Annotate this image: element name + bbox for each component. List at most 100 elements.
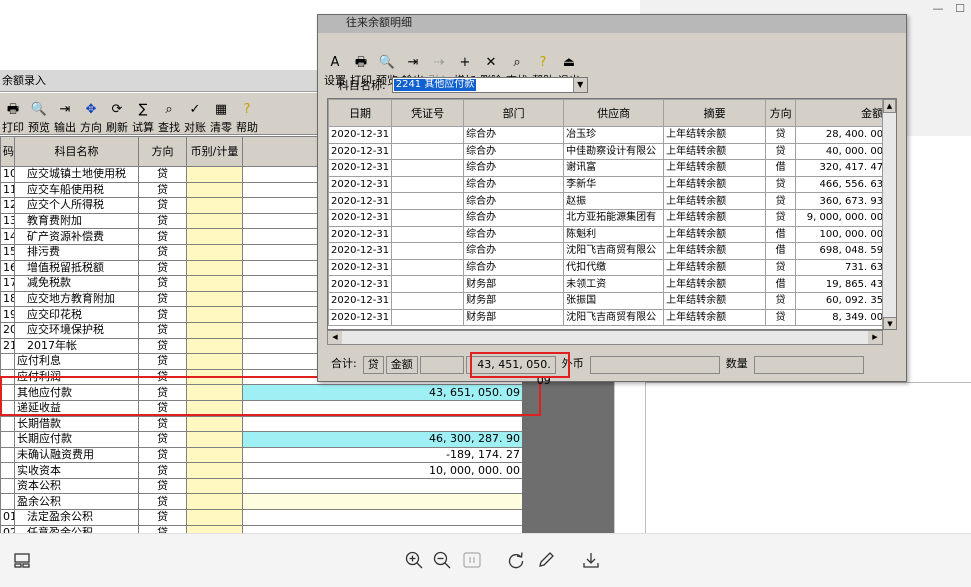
- help-icon: ?: [243, 102, 251, 117]
- row-date: 2020-12-31: [328, 192, 393, 210]
- table-row[interactable]: 2020-12-31 综合办 赵振 上年结转余额贷 360, 673. 93: [328, 192, 887, 210]
- horizontal-scrollbar[interactable]: ◀ ▶: [327, 330, 883, 345]
- row-currency[interactable]: [186, 446, 243, 464]
- table-row[interactable]: 01法定盈余公积贷: [0, 509, 523, 526]
- row-currency[interactable]: [186, 337, 243, 355]
- row-voucher: [391, 159, 465, 177]
- row-amount[interactable]: [242, 493, 523, 511]
- table-row[interactable]: 2020-12-31 综合办 陈魁利 上年结转余额借 100, 000. 00: [328, 225, 887, 244]
- table-row[interactable]: 未确认融资费用贷 -189, 174. 27: [0, 446, 523, 464]
- row-amount[interactable]: [242, 415, 523, 433]
- table-row[interactable]: 2020-12-31 综合办 中佳勘察设计有限公 上年结转余额贷 40, 000. 00: [328, 142, 887, 161]
- thumbnail-layout-icon[interactable]: [12, 550, 32, 570]
- row-currency[interactable]: [186, 181, 243, 199]
- exit-icon: ⏏: [562, 55, 576, 70]
- add-icon: +: [459, 55, 471, 70]
- row-code: [0, 353, 15, 370]
- col-summary-header[interactable]: 摘要: [663, 99, 767, 127]
- row-amount[interactable]: -189, 174. 27: [242, 446, 523, 464]
- row-currency[interactable]: [186, 275, 243, 292]
- table-row[interactable]: 2020-12-31 综合办 冶玉珍 上年结转余额贷 28, 400. 00: [328, 126, 887, 144]
- col-date-header[interactable]: 日期: [328, 99, 393, 127]
- row-currency[interactable]: [186, 228, 243, 245]
- toolbar-button-5[interactable]: ∑ 试算: [130, 94, 156, 134]
- zoom-in-icon[interactable]: [404, 550, 424, 570]
- table-row[interactable]: 2020-12-31 综合办 李新华 上年结转余额贷 466, 556. 63: [328, 175, 887, 194]
- row-amount[interactable]: [242, 509, 523, 526]
- subject-value: 2241 其他应付款: [393, 79, 477, 91]
- row-currency[interactable]: [186, 415, 243, 433]
- toolbar-button-4[interactable]: ⟳ 刷新: [104, 94, 130, 134]
- scroll-down-icon[interactable]: ▼: [883, 317, 896, 329]
- row-currency[interactable]: [186, 493, 243, 511]
- actual-size-icon[interactable]: [462, 550, 482, 570]
- row-currency[interactable]: [186, 197, 243, 214]
- row-summary: 上年结转余额: [663, 208, 767, 227]
- row-currency[interactable]: [186, 290, 243, 308]
- table-row[interactable]: 盈余公积贷: [0, 493, 523, 511]
- row-dept: 财务部: [463, 308, 565, 327]
- row-currency[interactable]: [186, 243, 243, 261]
- zoom-out-icon[interactable]: [432, 550, 452, 570]
- table-row[interactable]: 长期借款贷: [0, 415, 523, 433]
- row-currency[interactable]: [186, 353, 243, 370]
- edit-pencil-icon[interactable]: [536, 550, 556, 570]
- toolbar-button-9[interactable]: ? 帮助: [234, 94, 260, 134]
- row-amount[interactable]: 46, 300, 287. 90: [242, 431, 523, 448]
- row-amount: 9, 000, 000. 00: [795, 208, 887, 227]
- table-row[interactable]: 2020-12-31 综合办 谢讯富 上年结转余额借 320, 417. 47: [328, 159, 887, 177]
- minimize-icon[interactable]: —: [927, 0, 949, 18]
- table-row[interactable]: 2020-12-31 综合办 沈阳飞吉商贸有限公 上年结转余额借 698, 048. 5…: [328, 242, 887, 260]
- toolbar-button-3[interactable]: ✥ 方向: [78, 94, 104, 134]
- table-row[interactable]: 资本公积贷: [0, 477, 523, 495]
- row-code: 14: [0, 228, 15, 245]
- toolbar-button-6[interactable]: ⌕ 查找: [156, 94, 182, 134]
- scroll-left-icon[interactable]: ◀: [328, 331, 342, 344]
- rotate-icon[interactable]: [506, 550, 526, 570]
- table-row[interactable]: 实收资本贷 10, 000, 000. 00: [0, 462, 523, 479]
- toolbar-button-7[interactable]: ✓ 对账: [182, 94, 208, 134]
- row-amount[interactable]: 10, 000, 000. 00: [242, 462, 523, 479]
- row-currency[interactable]: [186, 166, 243, 183]
- table-row[interactable]: 2020-12-31 综合办 代扣代缴 上年结转余额贷 731. 63: [328, 258, 887, 277]
- maximize-icon[interactable]: ☐: [949, 0, 971, 18]
- row-currency[interactable]: [186, 321, 243, 339]
- col-dept-header[interactable]: 部门: [463, 99, 565, 127]
- table-row[interactable]: 2020-12-31 财务部 张振国 上年结转余额贷 60, 092. 35: [328, 291, 887, 310]
- row-currency[interactable]: [186, 462, 243, 479]
- row-currency[interactable]: [186, 259, 243, 277]
- row-currency[interactable]: [186, 431, 243, 448]
- table-row[interactable]: 2020-12-31 综合办 北方亚拓能源集团有 上年结转余额贷 9, 000, 000…: [328, 208, 887, 227]
- row-code: [0, 477, 15, 495]
- vertical-scrollbar[interactable]: ▲ ▼: [882, 99, 896, 329]
- highlight-box-other-payables: [0, 376, 541, 416]
- chevron-down-icon[interactable]: ▼: [572, 78, 587, 92]
- row-currency[interactable]: [186, 306, 243, 323]
- subject-dropdown[interactable]: 2241 其他应付款 ▼: [391, 77, 588, 93]
- toolbar-button-8[interactable]: ▦ 清零: [208, 94, 234, 134]
- col-dir-header: 方向: [138, 136, 187, 167]
- col-supplier-header[interactable]: 供应商: [563, 99, 665, 127]
- toolbar-button-label: 刷新: [106, 121, 128, 134]
- row-currency[interactable]: [186, 477, 243, 495]
- col-voucher-header[interactable]: 凭证号: [391, 99, 465, 127]
- scroll-right-icon[interactable]: ▶: [868, 331, 882, 344]
- col-code-header: 码: [0, 136, 15, 167]
- row-amount: 40, 000. 00: [795, 142, 887, 161]
- col-amount-header[interactable]: 金额: [795, 99, 887, 127]
- table-row[interactable]: 2020-12-31 财务部 沈阳飞吉商贸有限公 上年结转余额贷 8, 349. 00: [328, 308, 887, 327]
- row-currency[interactable]: [186, 212, 243, 230]
- scroll-up-icon[interactable]: ▲: [883, 99, 896, 113]
- table-row[interactable]: 2020-12-31 财务部 未领工资 上年结转余额借 19, 865. 43: [328, 275, 887, 293]
- delete-icon: ✕: [485, 55, 497, 70]
- row-currency[interactable]: [186, 509, 243, 526]
- row-dept: 财务部: [463, 275, 565, 293]
- download-icon[interactable]: [581, 550, 601, 570]
- col-dir-header[interactable]: 方向: [765, 99, 797, 127]
- row-amount[interactable]: [242, 477, 523, 495]
- toolbar-button-2[interactable]: ⇥ 输出: [52, 94, 78, 134]
- row-subject-name: 应交环境保护税: [14, 321, 139, 339]
- toolbar-button-1[interactable]: 🔍 预览: [26, 94, 52, 134]
- toolbar-button-0[interactable]: 🖶 打印: [0, 94, 26, 134]
- table-row[interactable]: 长期应付款贷 46, 300, 287. 90: [0, 431, 523, 448]
